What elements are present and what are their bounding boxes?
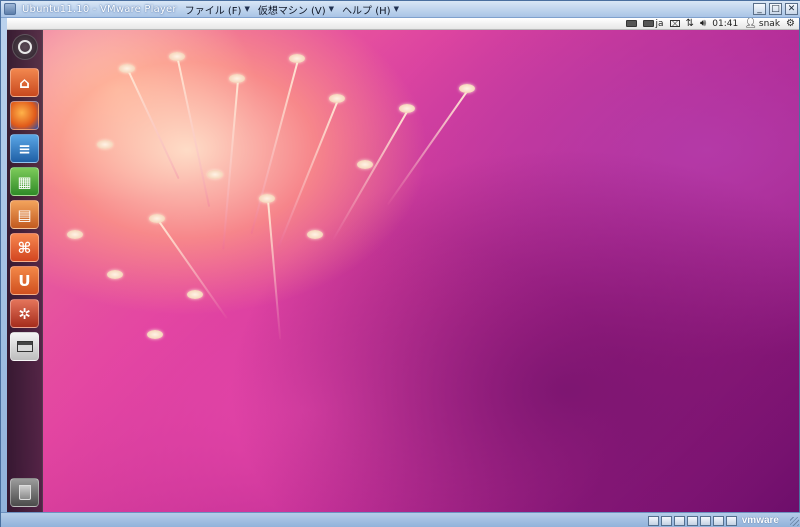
launcher-calc[interactable]: ▦ — [10, 167, 39, 196]
gear-icon: ⚙ — [786, 18, 795, 29]
calc-icon: ▦ — [17, 172, 32, 191]
hard-disk-icon[interactable] — [648, 516, 659, 526]
keyboard-icon — [625, 20, 637, 27]
cd-drive-icon[interactable] — [661, 516, 672, 526]
launcher-trash[interactable] — [10, 478, 39, 507]
message-icon[interactable] — [726, 516, 737, 526]
workspace-switcher-icon — [16, 341, 33, 352]
launcher-home-folder[interactable]: ⌂ — [10, 68, 39, 97]
vmware-app-icon — [4, 3, 16, 15]
menu-help[interactable]: ヘルプ (H) ▼ — [342, 2, 399, 17]
usb-icon[interactable] — [687, 516, 698, 526]
resize-grip-icon[interactable] — [790, 517, 799, 526]
menu-virtual-machine[interactable]: 仮想マシン (V) ▼ — [258, 2, 334, 17]
dash-button[interactable] — [12, 34, 38, 60]
printer-icon[interactable] — [713, 516, 724, 526]
device-icons — [648, 516, 737, 526]
close-button[interactable]: ✕ — [785, 3, 798, 15]
vmware-player-window: Ubuntu11.10 - VMware Player ファイル (F) ▼ 仮… — [0, 0, 800, 527]
menu-help-label: ヘルプ (H) — [342, 5, 391, 17]
keyboard-layout-indicator[interactable]: ja — [642, 18, 664, 29]
impress-icon: ▤ — [17, 205, 32, 224]
user-indicator[interactable]: 👤︎ snak — [744, 18, 781, 29]
title-bar[interactable]: Ubuntu11.10 - VMware Player ファイル (F) ▼ 仮… — [1, 1, 800, 18]
keyboard-indicator[interactable] — [625, 20, 637, 27]
menu-virtual-machine-label: 仮想マシン (V) — [257, 5, 326, 17]
menu-file-label: ファイル (F) — [184, 5, 242, 17]
launcher-workspace-switcher[interactable] — [10, 332, 39, 361]
network-arrows-icon: ⇅ — [685, 18, 694, 29]
guest-screen[interactable]: ja ⇅ 🔊︎ 01:41 👤︎ snak ⚙ ⌂ ≡ ▦ ▤ ⌘ U ✲ — [7, 18, 799, 512]
person-icon: 👤︎ — [744, 18, 757, 29]
software-center-icon: ⌘ — [17, 238, 32, 257]
user-name-label: snak — [758, 18, 781, 29]
ubuntu-logo-icon — [18, 40, 32, 54]
window-title: Ubuntu11.10 - VMware Player — [22, 3, 177, 15]
ubuntu-top-panel: ja ⇅ 🔊︎ 01:41 👤︎ snak ⚙ — [7, 18, 799, 30]
unity-launcher: ⌂ ≡ ▦ ▤ ⌘ U ✲ — [7, 30, 43, 512]
writer-icon: ≡ — [18, 139, 31, 158]
vmware-status-bar: vmware — [1, 512, 800, 527]
network-adapter-icon[interactable] — [674, 516, 685, 526]
vmware-logo: vmware — [741, 515, 779, 526]
window-controls: _ □ ✕ — [753, 3, 798, 15]
messaging-indicator[interactable] — [669, 20, 680, 27]
session-indicator[interactable]: ⚙ — [786, 18, 795, 29]
keyboard-layout-label: ja — [655, 18, 664, 29]
sound-card-icon[interactable] — [700, 516, 711, 526]
launcher-system-settings[interactable]: ✲ — [10, 299, 39, 328]
launcher-firefox[interactable] — [10, 101, 39, 130]
clock-indicator[interactable]: 01:41 — [712, 19, 738, 29]
launcher-ubuntu-one[interactable]: U — [10, 266, 39, 295]
minimize-button[interactable]: _ — [753, 3, 766, 15]
envelope-icon — [669, 20, 680, 27]
chevron-down-icon: ▼ — [244, 5, 250, 13]
keyboard-icon — [642, 20, 654, 27]
ubuntu-one-icon: U — [18, 271, 31, 290]
maximize-button[interactable]: □ — [769, 3, 782, 15]
launcher-impress[interactable]: ▤ — [10, 200, 39, 229]
clock-label: 01:41 — [712, 18, 739, 29]
menu-file[interactable]: ファイル (F) ▼ — [185, 2, 250, 17]
sound-indicator[interactable]: 🔊︎ — [699, 18, 707, 29]
chevron-down-icon: ▼ — [328, 5, 335, 13]
system-settings-icon: ✲ — [18, 304, 31, 323]
speaker-icon: 🔊︎ — [699, 18, 707, 29]
trash-icon — [18, 485, 31, 500]
chevron-down-icon: ▼ — [393, 5, 399, 13]
network-indicator[interactable]: ⇅ — [685, 18, 694, 29]
launcher-software-center[interactable]: ⌘ — [10, 233, 39, 262]
desktop-wallpaper — [7, 30, 799, 512]
launcher-writer[interactable]: ≡ — [10, 134, 39, 163]
home-folder-icon: ⌂ — [19, 73, 30, 92]
